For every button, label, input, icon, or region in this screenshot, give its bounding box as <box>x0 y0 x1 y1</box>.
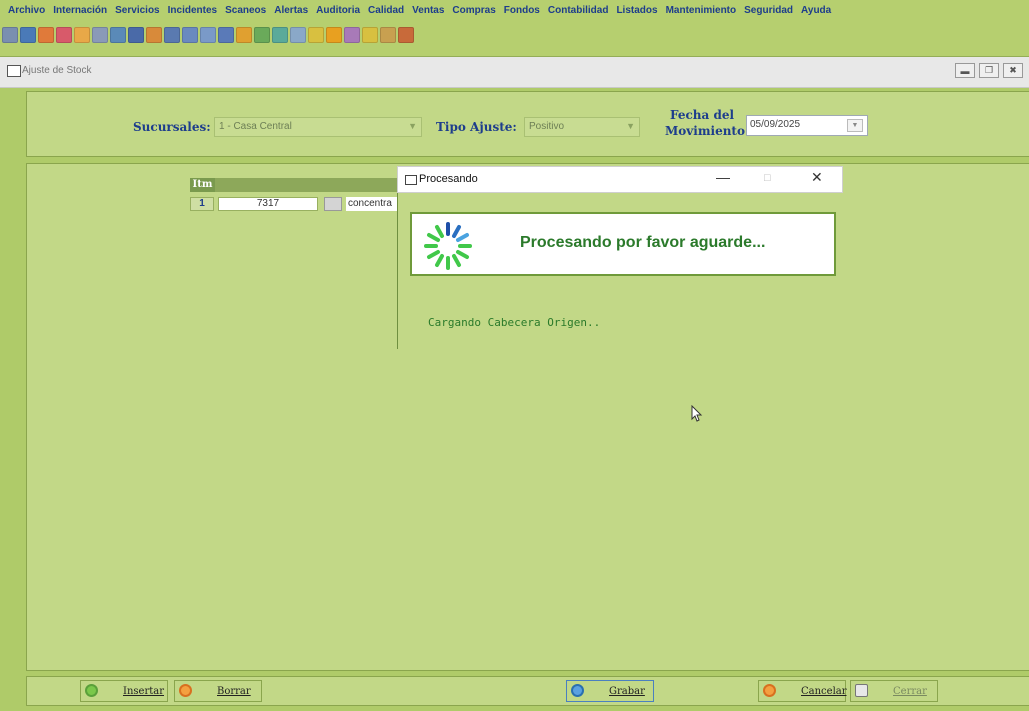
plus-icon <box>85 684 98 697</box>
sucursales-label: Sucursales: <box>133 120 211 134</box>
sucursales-value: 1 - Casa Central <box>219 121 292 132</box>
status-text: Cargando Cabecera Origen.. <box>428 316 601 329</box>
toolbar <box>0 21 1029 57</box>
minimize-button[interactable]: ▬ <box>955 63 975 78</box>
calendar-icon[interactable]: ▼ <box>847 119 863 132</box>
menu-mantenimiento[interactable]: Mantenimiento <box>666 5 737 16</box>
menu-scaneos[interactable]: Scaneos <box>225 5 266 16</box>
menu-ventas[interactable]: Ventas <box>412 5 444 16</box>
truck-icon[interactable] <box>308 27 324 43</box>
leaf-icon[interactable] <box>254 27 270 43</box>
menu-compras[interactable]: Compras <box>452 5 495 16</box>
menu-calidad[interactable]: Calidad <box>368 5 404 16</box>
dialog-title: Procesando <box>419 173 478 185</box>
box-icon[interactable] <box>146 27 162 43</box>
close-button[interactable]: ✖ <box>1003 63 1023 78</box>
borrar-button[interactable]: Borrar <box>174 680 262 702</box>
document-icon[interactable] <box>20 27 36 43</box>
tipo-ajuste-combo[interactable]: Positivo ▼ <box>524 117 640 137</box>
menu-servicios[interactable]: Servicios <box>115 5 159 16</box>
cerrar-label: Cerrar <box>893 686 927 697</box>
print-icon[interactable] <box>2 27 18 43</box>
window-title: Ajuste de Stock <box>22 65 92 76</box>
sucursales-combo[interactable]: 1 - Casa Central ▼ <box>214 117 422 137</box>
table-icon[interactable] <box>182 27 198 43</box>
arrow-icon[interactable] <box>362 27 378 43</box>
fecha-label-line2: Movimiento: <box>665 124 750 138</box>
link-icon[interactable] <box>290 27 306 43</box>
tipo-ajuste-value: Positivo <box>529 121 565 132</box>
dialog-titlebar: Procesando — □ ✕ <box>397 166 843 193</box>
message-box: Procesando por favor aguarde... <box>410 212 836 276</box>
mouse-cursor-icon <box>691 405 703 422</box>
grabar-button[interactable]: Grabar <box>566 680 654 702</box>
cancelar-button[interactable]: Cancelar <box>758 680 847 702</box>
toolbar-icons <box>2 27 414 43</box>
window-controls: ▬ ❐ ✖ <box>955 63 1023 78</box>
chevron-down-icon: ▼ <box>408 121 417 131</box>
home-icon[interactable] <box>74 27 90 43</box>
grid-header <box>190 178 400 192</box>
check-icon <box>571 684 584 697</box>
menu-bar: Archivo Internación Servicios Incidentes… <box>0 0 1029 21</box>
pencil-icon[interactable] <box>236 27 252 43</box>
report-icon[interactable] <box>128 27 144 43</box>
door-icon <box>855 684 868 697</box>
loading-spinner-icon <box>424 222 472 270</box>
menu-ayuda[interactable]: Ayuda <box>801 5 831 16</box>
chevron-down-icon: ▼ <box>626 121 635 131</box>
form-icon[interactable] <box>200 27 216 43</box>
fecha-label-line1: Fecha del <box>670 108 735 122</box>
product-description-cell[interactable]: concentra <box>346 197 400 211</box>
minimize-icon[interactable]: — <box>716 169 730 185</box>
menu-alertas[interactable]: Alertas <box>274 5 308 16</box>
heart-icon[interactable] <box>56 27 72 43</box>
insertar-label: Insertar <box>123 686 164 697</box>
menu-internacion[interactable]: Internación <box>53 5 107 16</box>
person-icon[interactable] <box>326 27 342 43</box>
window-icon <box>7 65 21 77</box>
window-titlebar: Ajuste de Stock ▬ ❐ ✖ <box>0 57 1029 88</box>
menu-incidentes[interactable]: Incidentes <box>168 5 217 16</box>
product-code-cell[interactable]: 7317 <box>218 197 318 211</box>
column-header-itm: Itm <box>190 178 215 192</box>
minus-icon <box>179 684 192 697</box>
cerrar-button: Cerrar <box>850 680 938 702</box>
processing-message: Procesando por favor aguarde... <box>520 234 766 251</box>
tipo-ajuste-label: Tipo Ajuste: <box>436 120 517 134</box>
close-icon[interactable]: ✕ <box>811 169 823 186</box>
fecha-value: 05/09/2025 <box>750 119 801 130</box>
syringe-icon[interactable] <box>272 27 288 43</box>
insertar-button[interactable]: Insertar <box>80 680 168 702</box>
user-icon[interactable] <box>38 27 54 43</box>
group-icon[interactable] <box>92 27 108 43</box>
maximize-icon: □ <box>764 172 771 184</box>
window-icon <box>405 175 417 185</box>
grabar-label: Grabar <box>609 686 645 697</box>
chart-icon[interactable] <box>398 27 414 43</box>
grid-icon[interactable] <box>218 27 234 43</box>
fecha-input[interactable]: 05/09/2025 ▼ <box>746 115 868 136</box>
tool-icon[interactable] <box>344 27 360 43</box>
menu-auditoria[interactable]: Auditoria <box>316 5 360 16</box>
menu-contabilidad[interactable]: Contabilidad <box>548 5 609 16</box>
row-number: 1 <box>190 197 214 211</box>
tag-icon[interactable] <box>380 27 396 43</box>
cancelar-label: Cancelar <box>801 686 847 697</box>
image-icon[interactable] <box>110 27 126 43</box>
list-icon[interactable] <box>164 27 180 43</box>
menu-archivo[interactable]: Archivo <box>8 5 45 16</box>
cancel-icon <box>763 684 776 697</box>
menu-listados[interactable]: Listados <box>616 5 657 16</box>
lookup-button[interactable] <box>324 197 342 211</box>
borrar-label: Borrar <box>217 686 251 697</box>
restore-button[interactable]: ❐ <box>979 63 999 78</box>
menu-seguridad[interactable]: Seguridad <box>744 5 793 16</box>
menu-fondos[interactable]: Fondos <box>504 5 540 16</box>
